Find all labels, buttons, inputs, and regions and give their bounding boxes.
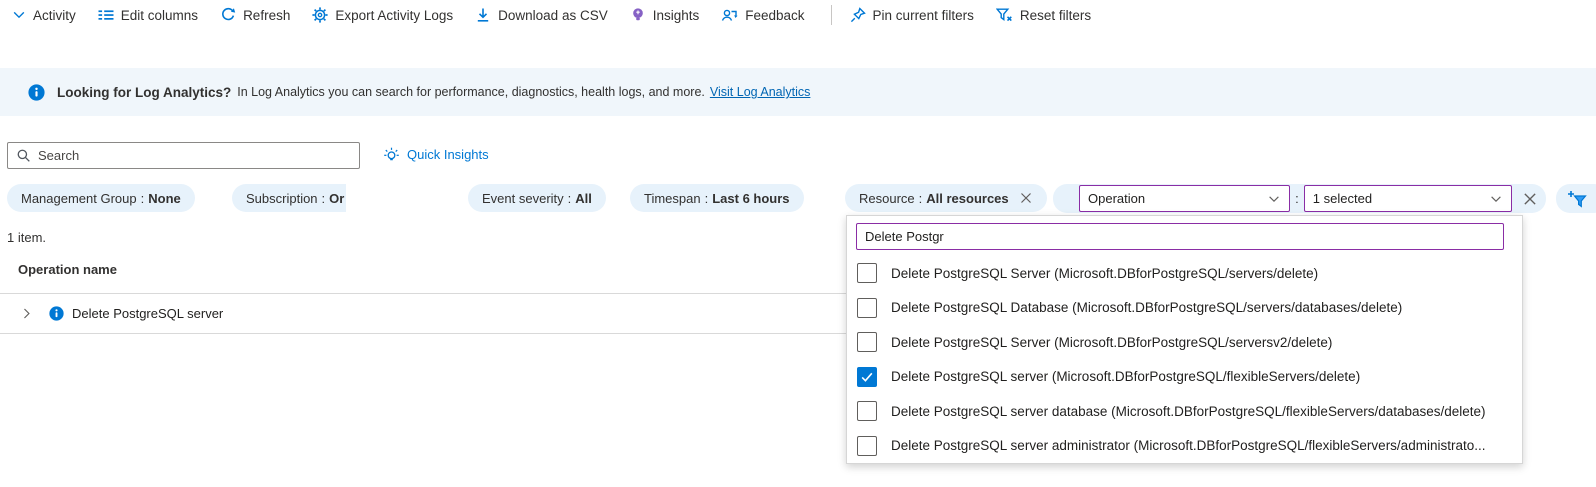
checkbox[interactable] (857, 297, 877, 318)
operation-option[interactable]: Delete PostgreSQL Server (Microsoft.DBfo… (847, 256, 1522, 291)
search-box[interactable] (7, 142, 360, 169)
operation-field-dropdown[interactable]: Operation (1079, 185, 1291, 212)
toolbar-button-edit-columns[interactable]: Edit columns (98, 7, 198, 23)
visit-log-analytics-link[interactable]: Visit Log Analytics (710, 85, 811, 99)
remove-operation-filter-icon[interactable] (1522, 191, 1538, 207)
result-count: 1 item. (7, 230, 47, 245)
checkbox[interactable] (857, 263, 877, 284)
column-header-operation-name[interactable]: Operation name (18, 262, 117, 277)
command-bar: Activity Edit columns Refresh Export Act… (0, 0, 1596, 30)
toolbar-label: Reset filters (1019, 7, 1092, 23)
chevron-down-icon (1489, 192, 1503, 206)
feedback-icon (721, 7, 738, 23)
operation-selected-value: 1 selected (1312, 191, 1373, 206)
filter-pill-operation: Operation : 1 selected (1053, 184, 1546, 213)
operation-option[interactable]: Delete PostgreSQL Database (Microsoft.DB… (847, 291, 1522, 326)
toolbar-divider (830, 5, 832, 25)
filter-pill-management-group[interactable]: Management Group: None (7, 184, 195, 212)
reset-filters-icon (995, 7, 1013, 23)
toolbar-button-reset-filters[interactable]: Reset filters (995, 7, 1092, 23)
toolbar-button-insights[interactable]: Insights (630, 7, 700, 23)
chevron-down-icon (12, 8, 26, 22)
filter-pill-resource[interactable]: Resource: All resources (845, 184, 1047, 212)
filter-pill-subscription[interactable]: Subscription: Or (232, 184, 346, 212)
operation-options-list: Delete PostgreSQL Server (Microsoft.DBfo… (847, 256, 1522, 463)
operation-dropdown-panel: Delete PostgreSQL Server (Microsoft.DBfo… (846, 215, 1523, 464)
toolbar-button-pin-current-filters[interactable]: Pin current filters (850, 7, 974, 23)
search-icon (16, 148, 31, 163)
toolbar-label: Insights (652, 7, 700, 23)
operation-option[interactable]: Delete PostgreSQL Server (Microsoft.DBfo… (847, 325, 1522, 360)
checkbox-checked[interactable] (857, 366, 877, 387)
operation-name-cell: Delete PostgreSQL server (72, 306, 224, 321)
toolbar-label: Activity (33, 7, 76, 23)
lightbulb-icon (630, 7, 646, 23)
banner-text: In Log Analytics you can search for perf… (237, 85, 705, 99)
toolbar-button-refresh[interactable]: Refresh (220, 7, 290, 23)
download-icon (475, 7, 491, 23)
add-filter-icon (1567, 190, 1587, 208)
toolbar-button-download-csv[interactable]: Download as CSV (475, 7, 608, 23)
toolbar-label: Pin current filters (872, 7, 974, 23)
refresh-icon (220, 7, 236, 23)
operation-option-selected[interactable]: Delete PostgreSQL server (Microsoft.DBfo… (847, 360, 1522, 395)
operation-value-dropdown[interactable]: 1 selected (1303, 185, 1512, 212)
toolbar-label: Edit columns (120, 7, 199, 23)
quick-insights-bulb-icon (383, 146, 400, 163)
expand-chevron-right-icon[interactable] (20, 307, 33, 320)
add-filter-button[interactable] (1556, 184, 1596, 213)
checkbox[interactable] (857, 435, 877, 456)
filter-pill-event-severity[interactable]: Event severity: All (468, 184, 606, 212)
quick-insights-button[interactable]: Quick Insights (383, 146, 489, 163)
banner-title: Looking for Log Analytics? (57, 84, 232, 100)
pin-icon (850, 7, 866, 23)
toolbar-label: Download as CSV (498, 7, 608, 23)
filter-pill-timespan[interactable]: Timespan: Last 6 hours (630, 184, 804, 212)
search-input[interactable] (38, 148, 359, 163)
operation-filter-search-input[interactable] (856, 223, 1504, 250)
checkbox[interactable] (857, 332, 877, 353)
table-row-divider (0, 333, 846, 334)
info-icon (49, 306, 64, 321)
toolbar-button-activity[interactable]: Activity (12, 8, 76, 23)
operation-option[interactable]: Delete PostgreSQL server database (Micro… (847, 394, 1522, 429)
operation-field-value: Operation (1088, 191, 1146, 206)
toolbar-label: Refresh (243, 7, 291, 23)
toolbar-button-feedback[interactable]: Feedback (721, 7, 805, 23)
info-icon (28, 83, 45, 101)
toolbar-label: Feedback (745, 7, 805, 23)
remove-resource-filter-icon[interactable] (1019, 191, 1033, 205)
filter-bar: Management Group: None Subscription: Or Ev… (0, 184, 1596, 213)
checkbox[interactable] (857, 401, 877, 422)
gear-icon (312, 7, 328, 23)
table-row[interactable]: Delete PostgreSQL server (0, 294, 846, 333)
log-analytics-banner: Looking for Log Analytics? In Log Analyt… (0, 68, 1596, 116)
toolbar-button-export-activity-logs[interactable]: Export Activity Logs (312, 7, 453, 23)
chevron-down-icon (1267, 192, 1281, 206)
quick-insights-label: Quick Insights (407, 147, 489, 162)
toolbar-label: Export Activity Logs (335, 7, 454, 23)
edit-columns-icon (98, 7, 114, 23)
operation-option[interactable]: Delete PostgreSQL server administrator (… (847, 429, 1522, 464)
